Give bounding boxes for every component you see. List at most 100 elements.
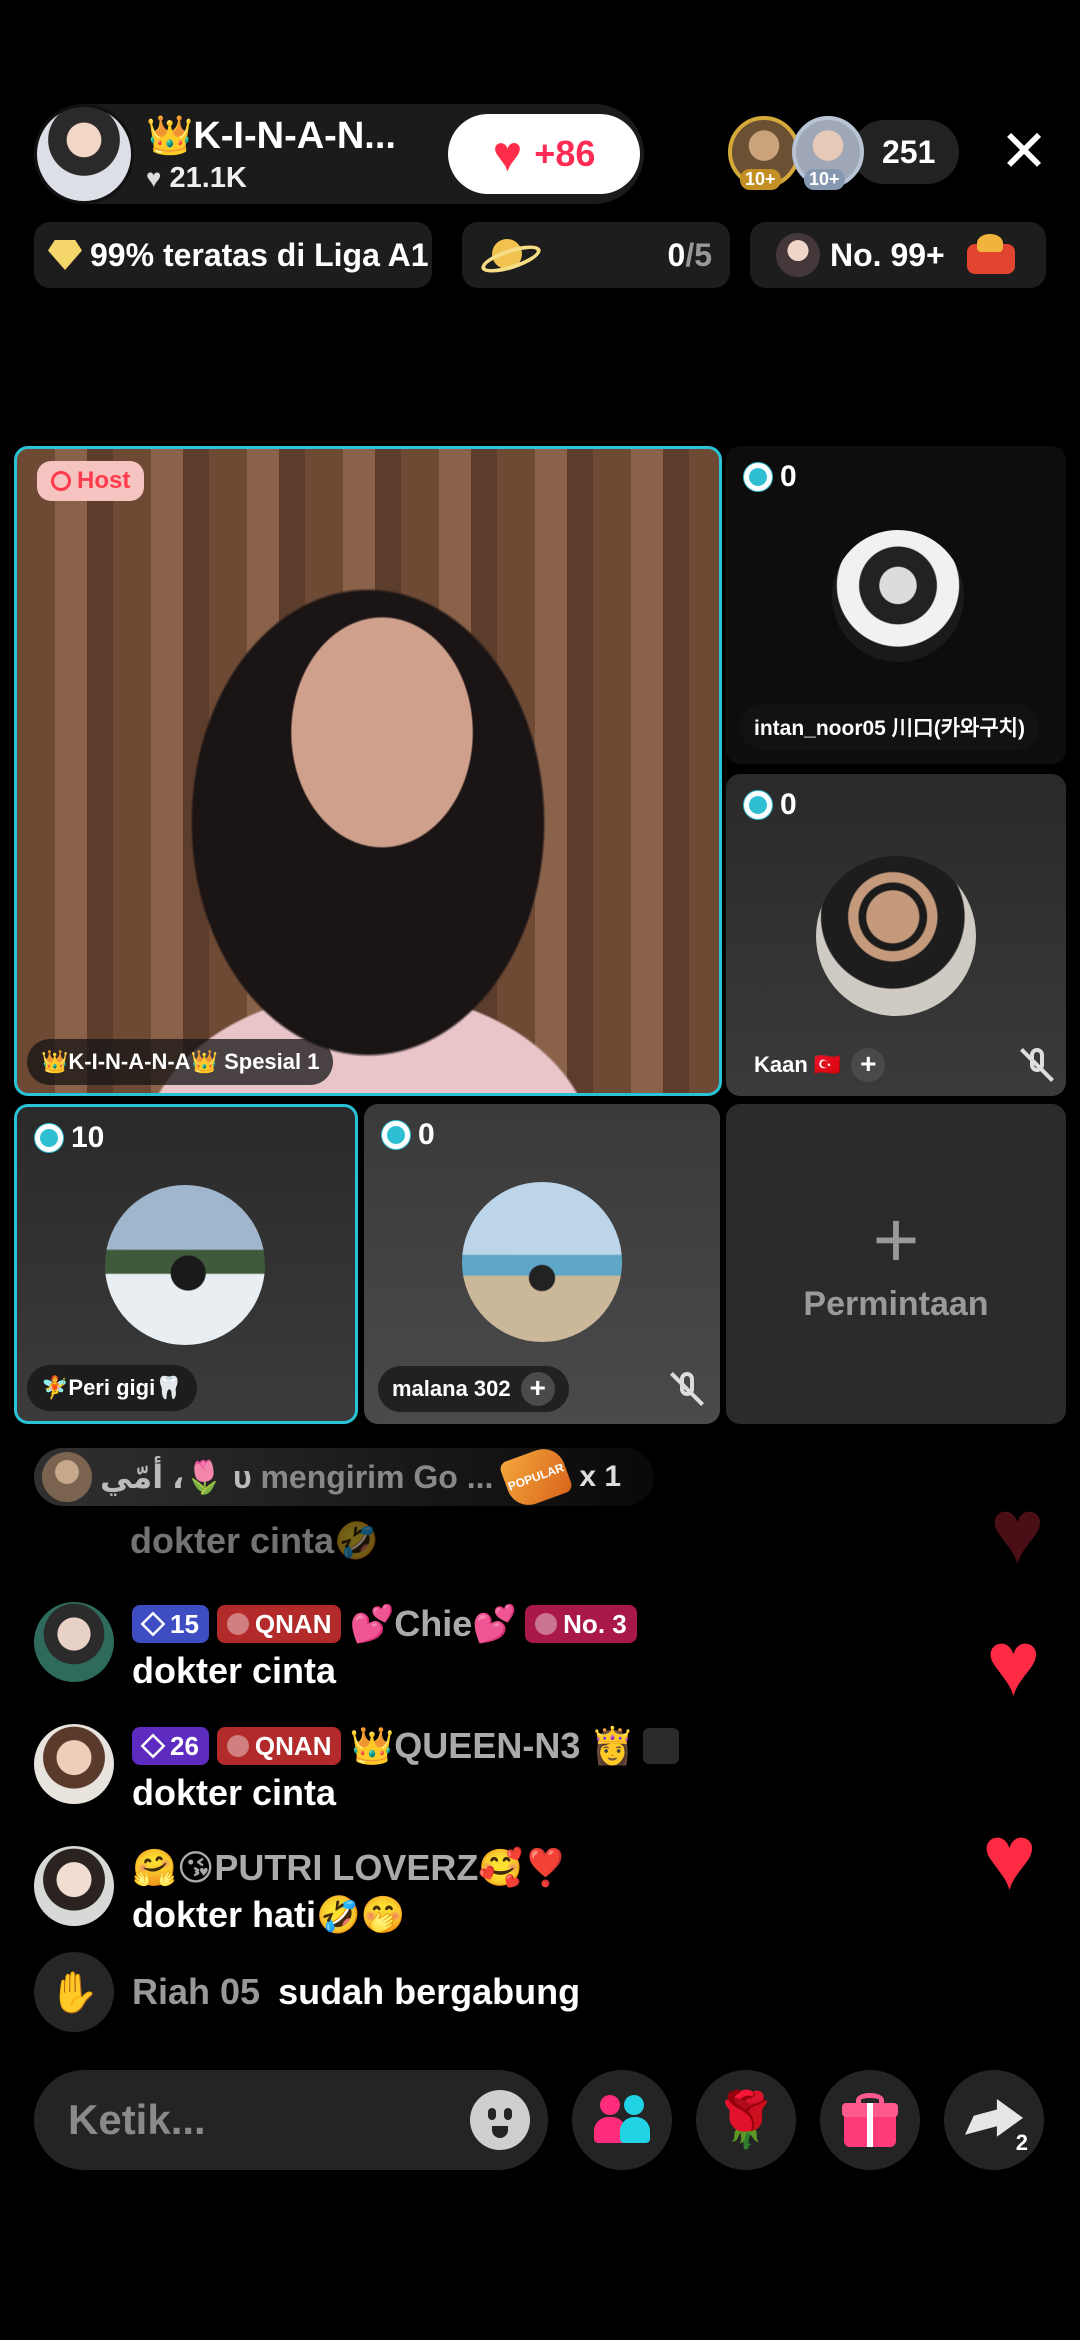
chat-message[interactable]: 🤗😘PUTRI LOVERZ🥰❣️ dokter hati🤣🤭: [34, 1846, 568, 1936]
goal-chip[interactable]: 0/5: [462, 222, 730, 288]
gift-icon: POPULAR: [498, 1442, 575, 1512]
guest-score-value: 0: [418, 1118, 435, 1151]
share-count: 2: [1015, 2130, 1028, 2155]
fan-icon: [226, 1735, 249, 1757]
viewer-count[interactable]: 251: [852, 120, 960, 184]
comment-placeholder: Ketik...: [68, 2096, 206, 2143]
request-slot[interactable]: + Permintaan: [726, 1104, 1066, 1424]
mic-muted-icon: [668, 1370, 706, 1408]
follow-plus-icon[interactable]: +: [851, 1048, 886, 1082]
chat-text: dokter cinta: [132, 1650, 337, 1691]
emoji-icon[interactable]: [470, 2090, 530, 2150]
gift-count: x 1: [579, 1460, 622, 1493]
level-badge: 26: [132, 1727, 209, 1765]
floating-heart-icon: ♥: [990, 1481, 1045, 1583]
chat-message[interactable]: 15 QNAN 💕Chie💕 No. 3 dokter cinta: [34, 1602, 637, 1692]
guest-cell-intan[interactable]: 0 intan_noor05 川口(카와구치): [726, 446, 1066, 764]
rank-avatar: [776, 233, 820, 277]
viewer-badge: 10+: [740, 169, 781, 190]
add-icon: +: [872, 1194, 920, 1284]
wave-hand-icon: ✋: [34, 1952, 114, 2032]
top-viewers[interactable]: 10+ 10+ 251: [728, 116, 960, 190]
host-cell-name: 👑K-I-N-A-N-A👑 Spesial 1: [41, 1049, 320, 1074]
guest-avatar[interactable]: [105, 1185, 265, 1345]
heart-icon: ♥: [492, 126, 523, 182]
chat-text: dokter cinta: [132, 1772, 337, 1813]
league-text: 99% teratas di Liga A1: [90, 236, 429, 273]
clock-icon: [51, 471, 71, 491]
chat-meta: 15 QNAN 💕Chie💕 No. 3: [132, 1602, 637, 1646]
guest-name: Kaan 🇹🇷: [754, 1052, 842, 1077]
guest-avatar[interactable]: [816, 856, 976, 1016]
guest-avatar[interactable]: [832, 530, 964, 662]
guest-score: 0: [744, 788, 797, 822]
guest-score: 10: [35, 1121, 104, 1155]
rose-gift-button[interactable]: 🌹: [696, 2070, 796, 2170]
chat-avatar[interactable]: [34, 1724, 114, 1804]
gift-button[interactable]: [820, 2070, 920, 2170]
guest-cell-kaan[interactable]: 0 Kaan 🇹🇷 +: [726, 774, 1066, 1096]
share-button[interactable]: 2: [944, 2070, 1044, 2170]
guest-cell-peri[interactable]: 10 🧚Peri gigi🦷: [14, 1104, 358, 1424]
multi-guest-button[interactable]: [572, 2070, 672, 2170]
mic-muted-icon: [1018, 1046, 1056, 1084]
chat-message[interactable]: 26 QNAN 👑QUEEN-N3 👸 dokter cinta: [34, 1724, 680, 1814]
guest-cell-malana[interactable]: 0 malana 302 +: [364, 1104, 720, 1424]
league-chip[interactable]: 99% teratas di Liga A1: [34, 222, 432, 288]
like-button[interactable]: ♥ +86: [448, 114, 640, 194]
chat-avatar[interactable]: [34, 1602, 114, 1682]
level-badge: 15: [132, 1605, 209, 1643]
chat-meta: 26 QNAN 👑QUEEN-N3 👸: [132, 1724, 680, 1768]
heart-icon: ♥: [146, 162, 162, 193]
host-avatar[interactable]: [34, 104, 134, 204]
treasure-icon: [961, 230, 1019, 280]
guest-name-pill[interactable]: Kaan 🇹🇷 +: [740, 1042, 899, 1088]
join-username[interactable]: Riah 05: [132, 1971, 260, 2013]
guest-avatar[interactable]: [462, 1182, 622, 1342]
viewer-avatar[interactable]: 10+: [728, 116, 800, 190]
chat-username[interactable]: 🤗😘PUTRI LOVERZ🥰❣️: [132, 1847, 568, 1889]
host-tag: Host: [37, 461, 145, 501]
close-icon[interactable]: ✕: [996, 123, 1052, 181]
chat-username[interactable]: 💕Chie💕: [349, 1603, 517, 1645]
score-icon: [744, 463, 772, 491]
floating-heart-icon: ♥: [982, 1807, 1037, 1909]
chat-username[interactable]: 👑QUEEN-N3 👸: [349, 1725, 635, 1767]
floating-heart-icon: ♥: [986, 1613, 1041, 1715]
guest-name-pill[interactable]: malana 302 +: [378, 1366, 569, 1412]
goal-count: 0/5: [668, 237, 712, 274]
guest-score-value: 0: [780, 788, 797, 821]
follow-plus-icon[interactable]: +: [520, 1372, 555, 1406]
viewer-avatar[interactable]: 10+: [792, 116, 864, 190]
chat-avatar[interactable]: [34, 1846, 114, 1926]
chat-meta: 🤗😘PUTRI LOVERZ🥰❣️: [132, 1846, 568, 1890]
guest-name-pill[interactable]: 🧚Peri gigi🦷: [27, 1365, 197, 1411]
gift-banner: أمّي ،🌷 υ mengirim Go ... POPULAR x 1: [34, 1442, 654, 1512]
fan-badge-label: QNAN: [254, 1608, 332, 1639]
diamond-icon: [140, 1611, 166, 1637]
comment-input[interactable]: Ketik...: [34, 2070, 548, 2170]
rank-badge: No. 3: [525, 1605, 637, 1643]
fan-icon: [226, 1613, 249, 1635]
people-icon: [594, 2095, 650, 2145]
host-video[interactable]: Host 👑K-I-N-A-N-A👑 Spesial 1: [14, 446, 722, 1096]
join-notice: ✋ Riah 05 sudah bergabung: [34, 1952, 580, 2032]
level-value: 26: [170, 1730, 199, 1761]
score-icon: [382, 1121, 410, 1149]
goal-current: 0: [667, 236, 686, 273]
host-info: 👑K-I-N-A-N... ♥ 21.1K: [146, 114, 446, 195]
level-value: 15: [170, 1608, 199, 1639]
rank-chip[interactable]: No. 99+: [750, 222, 1046, 288]
host-name-pill[interactable]: 👑K-I-N-A-N-A👑 Spesial 1: [27, 1039, 334, 1085]
guest-score: 0: [382, 1118, 435, 1152]
chat-faded-message: dokter cinta🤣: [130, 1520, 379, 1561]
host-likes: ♥ 21.1K: [146, 162, 446, 195]
diamond-icon: [140, 1733, 166, 1759]
score-icon: [744, 791, 772, 819]
guest-name-pill[interactable]: intan_noor05 川口(카와구치): [740, 704, 1039, 750]
planet-icon: [480, 237, 534, 273]
guest-score-value: 10: [71, 1121, 105, 1154]
gift-sender-name: أمّي ،🌷 υ: [100, 1459, 252, 1495]
join-text: sudah bergabung: [278, 1971, 581, 2012]
guest-score: 0: [744, 460, 797, 494]
